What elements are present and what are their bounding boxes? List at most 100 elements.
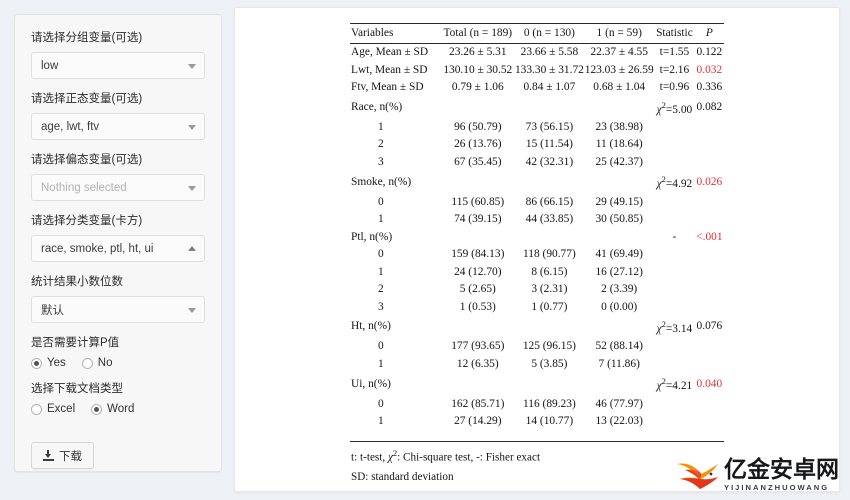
cell-group0: 15 (11.54): [525, 138, 573, 151]
radio-indicator-icon[interactable]: [31, 403, 42, 415]
pvalue-radio-no[interactable]: No: [81, 357, 112, 369]
pvalue-radio-yes[interactable]: Yes: [31, 357, 66, 369]
radio-indicator-icon[interactable]: [81, 357, 93, 369]
cell-total: 0.79 ± 1.06: [451, 81, 504, 93]
cell-pvalue: [695, 356, 724, 374]
cell-variable: 1: [378, 120, 384, 133]
cell-group1: 0.68 ± 1.04: [593, 81, 646, 93]
cell-variable: 0: [378, 248, 384, 261]
sidebar-select-2[interactable]: Nothing selected: [31, 174, 205, 201]
sidebar-field-3: 请选择分类变量(卡方) race, smoke, ptl, ht, ui: [31, 214, 205, 262]
column-header-variables: Variables: [350, 23, 442, 44]
cell-variable: Race, n(%): [351, 100, 403, 113]
cell-group0: 3 (2.31): [531, 283, 568, 296]
sidebar-field-label-3: 请选择分类变量(卡方): [31, 215, 143, 227]
chevron-down-icon[interactable]: [188, 124, 196, 130]
doctype-radio-excel[interactable]: Excel: [31, 403, 75, 415]
column-header-pvalue: P: [694, 23, 724, 44]
sidebar-field-2: 请选择偏态变量(可选) Nothing selected: [31, 153, 205, 201]
sidebar-select-0[interactable]: low: [31, 52, 205, 79]
table-head: Variables Total (n = 189) 0 (n = 130) 1 …: [350, 23, 724, 44]
cell-group1: [584, 373, 654, 395]
table-footnote-sd: SD: standard deviation: [351, 471, 454, 483]
cell-pvalue: 0.122: [696, 46, 723, 58]
cell-variable: Ftv, Mean ± SD: [351, 81, 424, 93]
cell-pvalue: 0.076: [696, 320, 723, 333]
cell-statistic: χ2=5.00: [654, 97, 695, 119]
cell-total: [441, 373, 514, 395]
cell-group1: 13 (22.03): [595, 415, 643, 428]
chevron-down-icon[interactable]: [188, 63, 196, 69]
sidebar-select-3[interactable]: race, smoke, ptl, ht, ui: [31, 235, 205, 262]
sidebar-field-4: 统计结果小数位数默认: [31, 275, 205, 323]
table-row: Ptl, n(%) - <.001: [350, 229, 724, 247]
sidebar-field-label-0: 请选择分组变量(可选): [31, 32, 143, 44]
table-row: 3 1 (0.53) 1 (0.77) 0 (0.00): [350, 299, 724, 317]
cell-statistic: χ2=4.92: [654, 171, 695, 193]
cell-statistic: χ2=3.14: [654, 316, 695, 338]
sidebar-field-1: 请选择正态变量(可选) age, lwt, ftv: [31, 92, 205, 140]
sidebar-field-label-4: 统计结果小数位数: [31, 276, 123, 288]
cell-total: [441, 97, 514, 119]
column-header-statistic: Statistic: [654, 23, 695, 44]
doctype-radio-excel-label: Excel: [47, 403, 76, 415]
cell-pvalue: <.001: [696, 230, 723, 243]
table-row: Age, Mean ± SD 23.26 ± 5.31 23.66 ± 5.58 22…: [350, 44, 724, 62]
cell-total: 115 (60.85): [451, 195, 505, 208]
table-row: 2 26 (13.76) 15 (11.54) 11 (18.64): [350, 136, 724, 154]
cell-total: 24 (12.70): [454, 265, 502, 278]
chevron-down-icon[interactable]: [188, 307, 196, 313]
table-row: Ui, n(%) χ2=4.21 0.040: [350, 373, 724, 395]
cell-pvalue: [695, 154, 724, 172]
cell-statistic: [654, 246, 695, 264]
cell-group0: 42 (32.31): [525, 155, 574, 168]
table-row: 2 5 (2.65) 3 (2.31) 2 (3.39): [350, 281, 724, 299]
radio-indicator-icon[interactable]: [31, 357, 42, 369]
radio-indicator-icon[interactable]: [91, 403, 103, 415]
results-content-panel: Variables Total (n = 189) 0 (n = 130) 1 …: [234, 7, 840, 492]
table-row: 1 74 (39.15) 44 (33.85) 30 (50.85): [350, 211, 724, 229]
cell-variable: 1: [378, 265, 384, 278]
statistics-table: Variables Total (n = 189) 0 (n = 130) 1 …: [350, 23, 724, 431]
sidebar-select-1[interactable]: age, lwt, ftv: [31, 113, 205, 140]
cell-pvalue: [695, 338, 724, 356]
cell-statistic: [654, 396, 695, 414]
cell-variable: 0: [378, 195, 384, 208]
table-row: Ht, n(%) χ2=3.14 0.076: [350, 316, 724, 338]
cell-variable: 1: [378, 213, 384, 226]
cell-pvalue: [695, 136, 724, 154]
cell-statistic: [654, 154, 695, 172]
cell-group0: [514, 373, 584, 395]
table-row: 0 115 (60.85) 86 (66.15) 29 (49.15): [350, 194, 724, 212]
table-row: 0 162 (85.71) 116 (89.23) 46 (77.97): [350, 396, 724, 414]
cell-pvalue: [695, 396, 724, 414]
cell-total: 27 (14.29): [454, 415, 502, 428]
download-icon: [43, 450, 54, 461]
cell-pvalue: [695, 194, 724, 212]
cell-total: 96 (50.79): [454, 120, 502, 133]
cell-pvalue: 0.082: [696, 100, 723, 113]
table-footnote-tests: t: t-test, χ2: Chi-square test, -: Fishe…: [351, 448, 541, 464]
table-row: 0 177 (93.65) 125 (96.15) 52 (88.14): [350, 338, 724, 356]
cell-statistic: -: [672, 230, 677, 243]
chevron-down-icon[interactable]: [188, 185, 196, 191]
cell-total: 67 (35.45): [454, 155, 502, 168]
app-root: 请选择分组变量(可选) low 请选择正态变量(可选) age, lwt, ftv 请选…: [0, 0, 850, 500]
sidebar-select-4[interactable]: 默认: [31, 296, 205, 323]
cell-variable: 2: [378, 138, 384, 151]
download-button[interactable]: 下载: [31, 442, 94, 469]
cell-group1: 0 (0.00): [601, 300, 638, 313]
cell-group1: 7 (11.86): [598, 357, 640, 370]
sidebar-select-value-3: race, smoke, ptl, ht, ui: [41, 242, 154, 255]
cell-total: 1 (0.53): [459, 300, 496, 313]
cell-total: [441, 171, 514, 193]
settings-sidebar-panel: 请选择分组变量(可选) low 请选择正态变量(可选) age, lwt, ftv 请选…: [14, 14, 222, 472]
cell-statistic: [654, 264, 695, 282]
cell-statistic: [654, 194, 695, 212]
doctype-radio-word[interactable]: Word: [91, 403, 134, 415]
chevron-up-icon[interactable]: [188, 245, 196, 251]
cell-variable: Ht, n(%): [351, 320, 391, 333]
table-row: 1 96 (50.79) 73 (56.15) 23 (38.98): [350, 119, 724, 137]
statistic-value: =4.92: [665, 178, 693, 191]
cell-total: 23.26 ± 5.31: [449, 46, 507, 58]
